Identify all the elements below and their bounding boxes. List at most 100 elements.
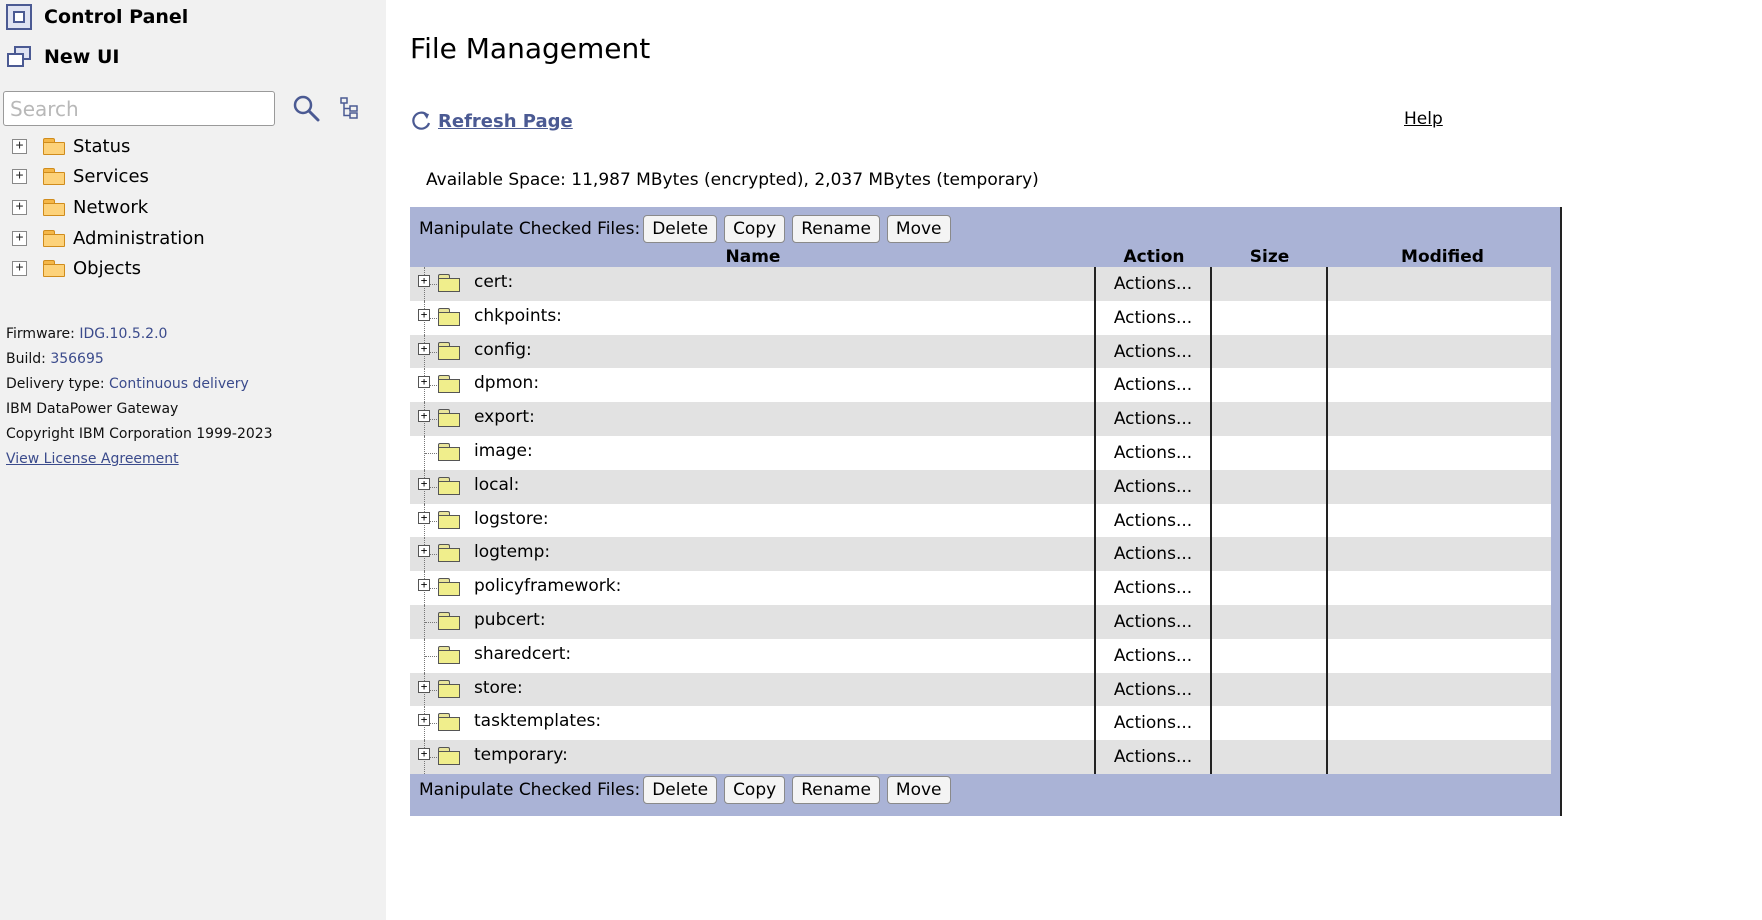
- folder-icon: [438, 578, 460, 597]
- folder-icon: [438, 375, 460, 394]
- move-button[interactable]: Move: [886, 215, 951, 243]
- expand-icon[interactable]: +: [418, 477, 430, 490]
- search-icon[interactable]: [292, 94, 320, 122]
- actions-menu[interactable]: Actions...: [1094, 706, 1212, 741]
- table-row: image: Actions...: [410, 436, 1551, 470]
- expand-icon[interactable]: +: [418, 410, 430, 423]
- new-ui-link[interactable]: New UI: [6, 41, 119, 73]
- folder-name[interactable]: config:: [474, 340, 532, 360]
- actions-menu[interactable]: Actions...: [1094, 537, 1212, 572]
- folder-name[interactable]: logstore:: [474, 509, 549, 529]
- size-cell: [1212, 605, 1328, 639]
- folder-name[interactable]: chkpoints:: [474, 306, 562, 326]
- expand-icon[interactable]: +: [12, 199, 27, 215]
- modified-cell: [1328, 504, 1551, 538]
- expand-icon[interactable]: +: [418, 545, 430, 558]
- expand-icon[interactable]: +: [418, 342, 430, 355]
- expand-icon[interactable]: +: [418, 308, 430, 321]
- modified-cell: [1328, 706, 1551, 740]
- table-row: + chkpoints: Actions...: [410, 300, 1551, 335]
- actions-menu[interactable]: Actions...: [1094, 740, 1212, 775]
- nav-item-objects[interactable]: + Objects: [12, 254, 141, 282]
- modified-cell: [1328, 673, 1551, 707]
- delete-button[interactable]: Delete: [643, 776, 718, 804]
- actions-menu[interactable]: Actions...: [1094, 503, 1212, 538]
- search-input[interactable]: [3, 91, 275, 126]
- actions-menu[interactable]: Actions...: [1094, 605, 1212, 639]
- expand-icon[interactable]: +: [12, 138, 27, 154]
- folder-icon: [438, 409, 460, 428]
- expand-icon[interactable]: +: [418, 275, 430, 287]
- actions-menu[interactable]: Actions...: [1094, 638, 1212, 673]
- expand-icon[interactable]: +: [418, 748, 430, 761]
- move-button[interactable]: Move: [886, 776, 951, 804]
- folder-name[interactable]: dpmon:: [474, 373, 539, 393]
- tree-line: [425, 622, 437, 623]
- size-cell: [1212, 571, 1328, 606]
- folder-icon: [43, 167, 65, 185]
- license-link[interactable]: View License Agreement: [6, 451, 179, 467]
- folder-name[interactable]: export:: [474, 407, 535, 427]
- actions-menu[interactable]: Actions...: [1094, 368, 1212, 403]
- actions-menu[interactable]: Actions...: [1094, 402, 1212, 437]
- expand-icon[interactable]: +: [418, 714, 430, 727]
- manipulate-toolbar-top: Manipulate Checked Files: Delete Copy Re…: [410, 212, 958, 246]
- rename-button[interactable]: Rename: [792, 776, 880, 804]
- actions-menu[interactable]: Actions...: [1094, 267, 1212, 301]
- expand-icon[interactable]: +: [12, 260, 27, 276]
- folder-icon: [43, 198, 65, 216]
- folder-name[interactable]: store:: [474, 678, 523, 698]
- folder-icon: [438, 544, 460, 563]
- tree-view-icon[interactable]: [338, 96, 362, 120]
- table-row: pubcert: Actions...: [410, 605, 1551, 639]
- actions-menu[interactable]: Actions...: [1094, 571, 1212, 606]
- name-cell: + config:: [410, 334, 1094, 369]
- refresh-icon: [412, 111, 431, 130]
- column-header-name: Name: [725, 247, 781, 267]
- expand-icon[interactable]: +: [12, 168, 27, 184]
- nav-item-services[interactable]: + Services: [12, 162, 149, 190]
- folder-icon: [43, 137, 65, 155]
- expand-icon[interactable]: +: [12, 230, 27, 246]
- copy-button[interactable]: Copy: [724, 215, 786, 243]
- nav-item-label: Administration: [73, 227, 205, 249]
- rename-button[interactable]: Rename: [792, 215, 880, 243]
- folder-name[interactable]: tasktemplates:: [474, 711, 601, 731]
- expand-icon[interactable]: +: [418, 579, 430, 592]
- folder-name[interactable]: pubcert:: [474, 610, 546, 630]
- copy-button[interactable]: Copy: [724, 776, 786, 804]
- refresh-page-link[interactable]: Refresh Page: [438, 111, 573, 132]
- folder-icon: [438, 307, 460, 326]
- table-row: + dpmon: Actions...: [410, 368, 1551, 403]
- actions-menu[interactable]: Actions...: [1094, 436, 1212, 470]
- name-cell: + store:: [410, 672, 1094, 707]
- delivery-label: Delivery type:: [6, 376, 105, 392]
- nav-item-administration[interactable]: + Administration: [12, 224, 205, 252]
- help-link[interactable]: Help: [1404, 109, 1443, 129]
- actions-menu[interactable]: Actions...: [1094, 672, 1212, 707]
- delete-button[interactable]: Delete: [643, 215, 718, 243]
- folder-name[interactable]: cert:: [474, 272, 513, 292]
- actions-menu[interactable]: Actions...: [1094, 300, 1212, 335]
- folder-name[interactable]: local:: [474, 475, 519, 495]
- actions-menu[interactable]: Actions...: [1094, 469, 1212, 504]
- size-cell: [1212, 334, 1328, 369]
- nav-item-status[interactable]: + Status: [12, 132, 130, 160]
- table-row: + logtemp: Actions...: [410, 537, 1551, 572]
- folder-name[interactable]: logtemp:: [474, 542, 550, 562]
- control-panel-link[interactable]: Control Panel: [6, 1, 188, 33]
- expand-icon[interactable]: +: [418, 680, 430, 693]
- actions-menu[interactable]: Actions...: [1094, 334, 1212, 369]
- folder-name[interactable]: policyframework:: [474, 576, 621, 596]
- folder-name[interactable]: image:: [474, 441, 533, 461]
- expand-icon[interactable]: +: [418, 511, 430, 524]
- folder-name[interactable]: temporary:: [474, 745, 568, 765]
- name-cell: + export:: [410, 402, 1094, 437]
- expand-icon[interactable]: +: [418, 376, 430, 389]
- nav-item-network[interactable]: + Network: [12, 193, 148, 221]
- table-row: + cert: Actions...: [410, 267, 1551, 301]
- manipulate-label: Manipulate Checked Files:: [419, 780, 641, 800]
- refresh-page[interactable]: Refresh Page: [410, 110, 573, 132]
- folder-name[interactable]: sharedcert:: [474, 644, 571, 664]
- modified-cell: [1328, 301, 1551, 335]
